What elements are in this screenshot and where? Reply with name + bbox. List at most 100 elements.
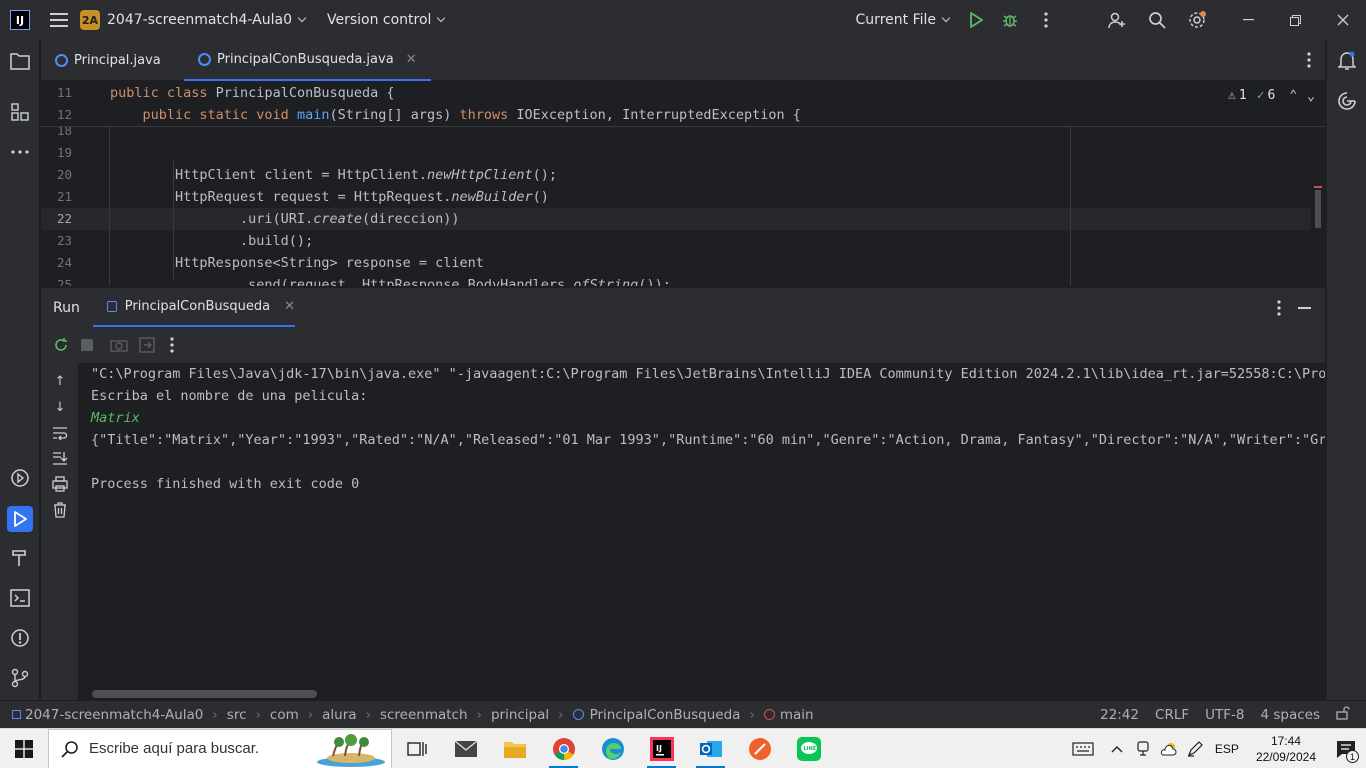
- previous-highlight-icon[interactable]: ⌃: [1289, 88, 1297, 103]
- run-options-icon[interactable]: [1277, 300, 1281, 320]
- editor-scrollbar-thumb[interactable]: [1315, 190, 1321, 228]
- services-icon[interactable]: [8, 466, 32, 490]
- run-tab-principalconbusqueda[interactable]: PrincipalConBusqueda ✕: [93, 288, 295, 328]
- tab-principalconbusqueda-java[interactable]: PrincipalConBusqueda.java ✕: [184, 40, 431, 81]
- code-line[interactable]: 24 HttpResponse<String> response = clien…: [41, 252, 1311, 274]
- code-line[interactable]: 11 public class PrincipalConBusqueda {: [41, 82, 1311, 104]
- project-folder-icon[interactable]: [8, 49, 32, 73]
- project-selector[interactable]: 2047-screenmatch4-Aula0: [107, 12, 307, 28]
- next-highlight-icon[interactable]: ⌃: [1307, 88, 1315, 103]
- clock-time: 17:44: [1270, 734, 1301, 748]
- breadcrumb-item[interactable]: main: [763, 707, 814, 723]
- tab-options-icon[interactable]: [1307, 52, 1311, 72]
- maximize-button[interactable]: [1272, 0, 1319, 40]
- taskbar-search-box[interactable]: Escribe aquí para buscar.: [48, 728, 392, 768]
- notification-center-icon[interactable]: 1: [1327, 729, 1365, 768]
- search-icon[interactable]: [1137, 0, 1177, 40]
- close-run-tab-icon[interactable]: ✕: [284, 299, 295, 314]
- weather-cloud-icon[interactable]: [1157, 729, 1181, 768]
- caret-position[interactable]: 22:42: [1100, 707, 1139, 723]
- code-line[interactable]: 12 public static void main(String[] args…: [41, 104, 1311, 126]
- git-branch-icon[interactable]: [8, 666, 32, 690]
- problems-icon[interactable]: [8, 626, 32, 650]
- code-with-me-icon[interactable]: [1097, 0, 1137, 40]
- inspection-widget[interactable]: ⚠ 1 ✓ 6 ⌃ ⌃: [1228, 88, 1315, 103]
- intellij-logo-icon[interactable]: IJ: [10, 10, 30, 30]
- code-text: HttpResponse<String> response = client: [110, 255, 484, 271]
- tab-principal-java[interactable]: Principal.java: [55, 40, 161, 81]
- arrow-down-icon[interactable]: ↓: [50, 397, 70, 417]
- chrome-browser-icon[interactable]: [539, 729, 588, 768]
- console-output[interactable]: "C:\Program Files\Java\jdk-17\bin\java.e…: [80, 363, 1325, 700]
- line-separator[interactable]: CRLF: [1155, 707, 1189, 723]
- intellij-app-icon[interactable]: IJ: [637, 729, 686, 768]
- device-icon[interactable]: [1131, 729, 1155, 768]
- vcs-selector[interactable]: Version control: [327, 12, 446, 28]
- windows-start-icon[interactable]: [0, 729, 48, 768]
- code-line[interactable]: 25 .send(request, HttpResponse.BodyHandl…: [41, 274, 1311, 286]
- main-menu-button[interactable]: [50, 13, 68, 27]
- line-app-icon[interactable]: LINE: [784, 729, 833, 768]
- build-hammer-icon[interactable]: [8, 546, 32, 570]
- code-text: .send(request, HttpResponse.BodyHandlers…: [110, 277, 671, 286]
- code-line[interactable]: 19: [41, 142, 1311, 164]
- show-hidden-icons-icon[interactable]: [1105, 729, 1129, 768]
- input-language[interactable]: ESP: [1209, 729, 1245, 768]
- error-stripe-marker[interactable]: [1314, 186, 1322, 188]
- exit-icon[interactable]: [137, 335, 157, 355]
- run-config-selector[interactable]: Current File: [856, 12, 951, 28]
- stop-icon[interactable]: [77, 335, 97, 355]
- read-only-toggle-icon[interactable]: [1336, 706, 1350, 724]
- debug-icon[interactable]: [991, 0, 1029, 40]
- ai-assistant-icon[interactable]: [1335, 89, 1359, 113]
- indent-setting[interactable]: 4 spaces: [1260, 707, 1320, 723]
- code-line[interactable]: 21 HttpRequest request = HttpRequest.new…: [41, 186, 1311, 208]
- notifications-bell-icon[interactable]: [1335, 49, 1359, 73]
- clear-trash-icon[interactable]: [50, 500, 70, 520]
- structure-icon[interactable]: [8, 100, 32, 124]
- terminal-icon[interactable]: [8, 586, 32, 610]
- code-editor[interactable]: 11 public class PrincipalConBusqueda {12 …: [41, 82, 1325, 286]
- breadcrumb-item[interactable]: PrincipalConBusqueda: [572, 707, 740, 723]
- pen-icon[interactable]: [1183, 729, 1207, 768]
- breadcrumb: 2047-screenmatch4-Aula0 › src › com › alura › sc…: [12, 707, 814, 723]
- line-number: 23: [56, 233, 72, 248]
- outlook-app-icon[interactable]: [686, 729, 735, 768]
- rerun-icon[interactable]: [51, 335, 71, 355]
- code-line[interactable]: 23 .build();: [41, 230, 1311, 252]
- console-horizontal-scrollbar[interactable]: [92, 690, 317, 698]
- hide-panel-icon[interactable]: [1298, 307, 1311, 309]
- paint-brush-app-icon[interactable]: [735, 729, 784, 768]
- clock[interactable]: 17:44 22/09/2024: [1256, 733, 1316, 765]
- run-more-icon[interactable]: [162, 335, 182, 355]
- print-icon[interactable]: [50, 474, 70, 494]
- breadcrumb-item[interactable]: com: [270, 707, 299, 723]
- code-line[interactable]: 22 .uri(URI.create(direccion)): [41, 208, 1311, 230]
- close-window-button[interactable]: [1319, 0, 1366, 40]
- minimize-button[interactable]: [1225, 0, 1272, 40]
- keyboard-layout-icon[interactable]: [1063, 729, 1103, 768]
- more-tools-icon[interactable]: [8, 140, 32, 164]
- scroll-to-end-icon[interactable]: [50, 448, 70, 468]
- edge-browser-icon[interactable]: [588, 729, 637, 768]
- breadcrumb-item[interactable]: src: [227, 707, 247, 723]
- breadcrumb-item[interactable]: 2047-screenmatch4-Aula0: [12, 707, 203, 723]
- more-actions-icon[interactable]: [1029, 0, 1063, 40]
- console-line: Escriba el nombre de una pelicula:: [91, 388, 368, 404]
- camera-icon[interactable]: [109, 335, 129, 355]
- task-view-icon[interactable]: [392, 729, 441, 768]
- mail-app-icon[interactable]: [441, 729, 490, 768]
- soft-wrap-icon[interactable]: [50, 423, 70, 443]
- run-tool-icon[interactable]: [7, 506, 33, 532]
- breadcrumb-item[interactable]: alura: [322, 707, 356, 723]
- close-tab-icon[interactable]: ✕: [406, 52, 417, 67]
- breadcrumb-item[interactable]: screenmatch: [380, 707, 468, 723]
- arrow-up-icon[interactable]: ↑: [50, 371, 70, 391]
- file-explorer-icon[interactable]: [490, 729, 539, 768]
- code-line[interactable]: 20 HttpClient client = HttpClient.newHtt…: [41, 164, 1311, 186]
- breadcrumb-item[interactable]: principal: [491, 707, 549, 723]
- settings-gear-icon[interactable]: [1177, 0, 1217, 40]
- run-icon[interactable]: [961, 0, 991, 40]
- file-encoding[interactable]: UTF-8: [1205, 707, 1244, 723]
- breadcrumb-label: screenmatch: [379, 706, 468, 723]
